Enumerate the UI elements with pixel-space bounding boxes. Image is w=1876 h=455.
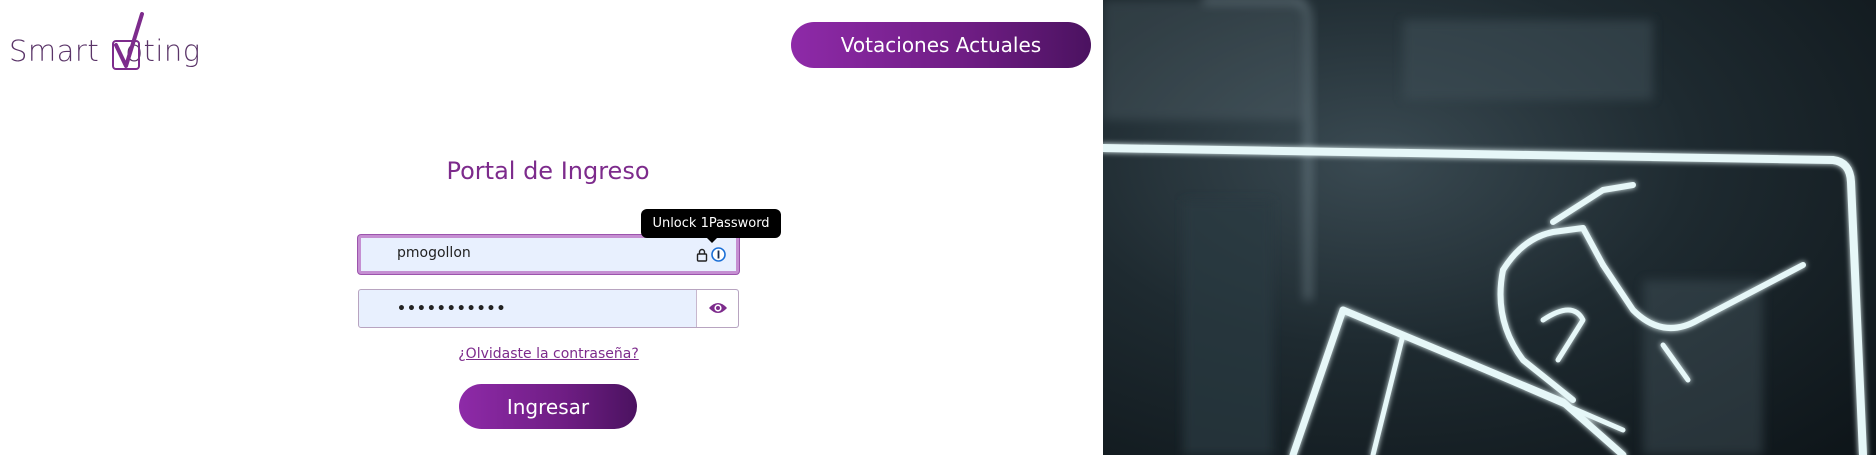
tooltip-arrow — [706, 237, 718, 243]
check-logo-icon — [112, 12, 144, 70]
page-title: Portal de Ingreso — [446, 157, 650, 185]
password-input[interactable] — [397, 290, 687, 327]
password-field[interactable] — [358, 289, 739, 328]
toggle-password-button[interactable] — [696, 290, 738, 327]
1password-icon[interactable] — [711, 247, 726, 262]
smartvoting-logo[interactable]: Smart oting — [9, 12, 209, 72]
login-panel: Smart oting Votaciones Actuales Portal de… — [0, 0, 1103, 455]
username-input[interactable] — [397, 236, 687, 269]
page: Smart oting Votaciones Actuales Portal de… — [0, 0, 1876, 455]
logo-text-prefix: Smart — [9, 34, 100, 68]
username-field[interactable] — [358, 235, 739, 274]
current-votes-button[interactable]: Votaciones Actuales — [791, 22, 1091, 68]
login-button[interactable]: Ingresar — [459, 384, 637, 429]
eye-icon — [709, 303, 727, 313]
lock-icon[interactable] — [696, 248, 708, 262]
forgot-password-link[interactable]: ¿Olvidaste la contraseña? — [358, 346, 739, 362]
voting-hero-image — [1103, 0, 1876, 455]
ballot-box-illustration — [1103, 0, 1867, 455]
unlock-1password-tooltip: Unlock 1Password — [641, 209, 781, 238]
